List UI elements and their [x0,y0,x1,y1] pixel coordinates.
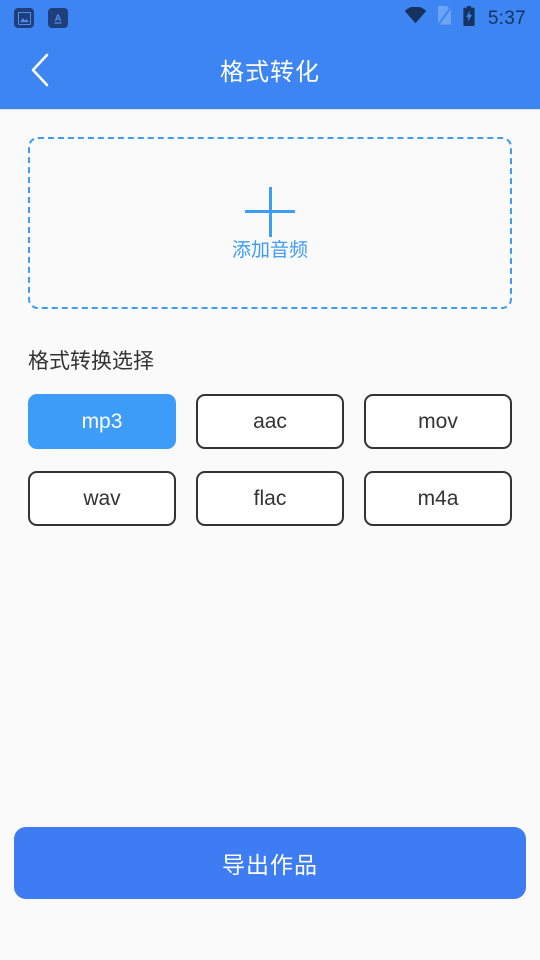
format-section-title: 格式转换选择 [28,350,154,373]
wifi-icon [404,6,427,29]
back-button[interactable] [14,36,66,109]
export-button[interactable]: 导出作品 [14,827,526,899]
chevron-left-icon [29,52,51,93]
format-option-mp3[interactable]: mp3 [28,394,176,449]
page-title: 格式转化 [220,58,320,86]
status-bar-right-icons: 5:37 [404,5,526,31]
plus-icon [245,186,295,237]
image-icon [14,8,34,28]
app-bar: 格式转化 [0,36,540,110]
add-audio-label: 添加音频 [231,239,308,261]
status-bar-clock: 5:37 [487,7,526,29]
format-option-mov[interactable]: mov [364,394,512,449]
status-bar: A 5:37 [0,0,540,36]
format-option-flac[interactable]: flac [196,471,344,526]
sim-off-icon [437,5,453,30]
format-option-m4a[interactable]: m4a [364,471,512,526]
translate-icon: A [48,8,68,28]
status-bar-left-icons: A [14,8,404,28]
format-option-wav[interactable]: wav [28,471,176,526]
add-audio-dropzone[interactable]: 添加音频 [28,137,512,309]
app-screen: A 5:37 格式转化 添加音频 格式转换选择 mp3 aac mov wav … [0,0,540,960]
format-option-aac[interactable]: aac [196,394,344,449]
main-content: 添加音频 格式转换选择 mp3 aac mov wav flac m4a [0,110,540,827]
format-options-grid: mp3 aac mov wav flac m4a [28,394,512,526]
battery-charging-icon [463,5,475,31]
